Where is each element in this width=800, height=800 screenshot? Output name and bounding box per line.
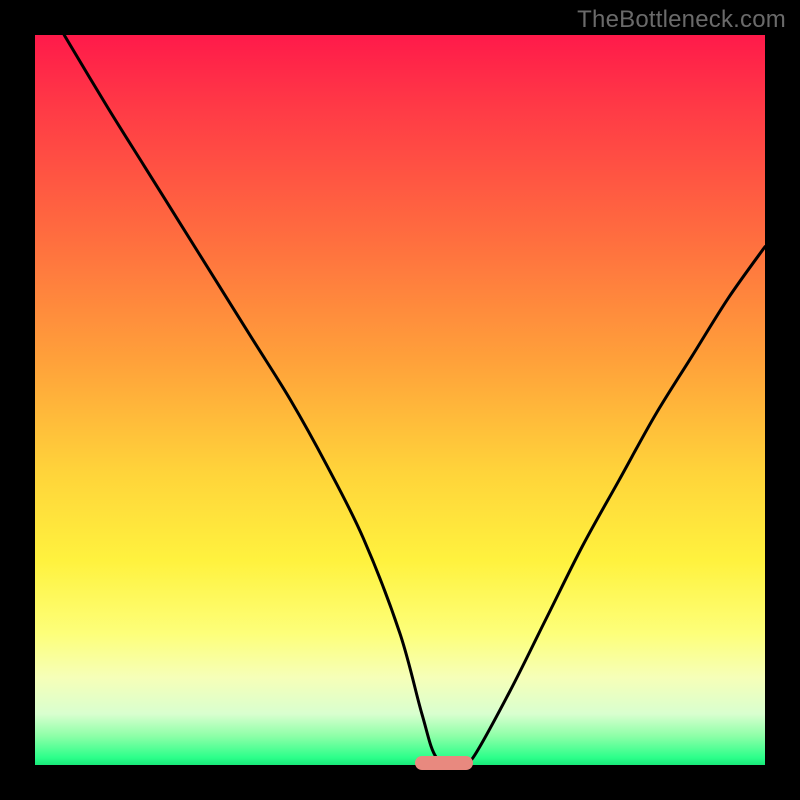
bottleneck-curve xyxy=(64,35,765,765)
chart-frame: TheBottleneck.com xyxy=(0,0,800,800)
optimal-marker xyxy=(415,756,473,770)
watermark-text: TheBottleneck.com xyxy=(577,6,786,34)
plot-area xyxy=(35,35,765,765)
curve-svg xyxy=(35,35,765,765)
